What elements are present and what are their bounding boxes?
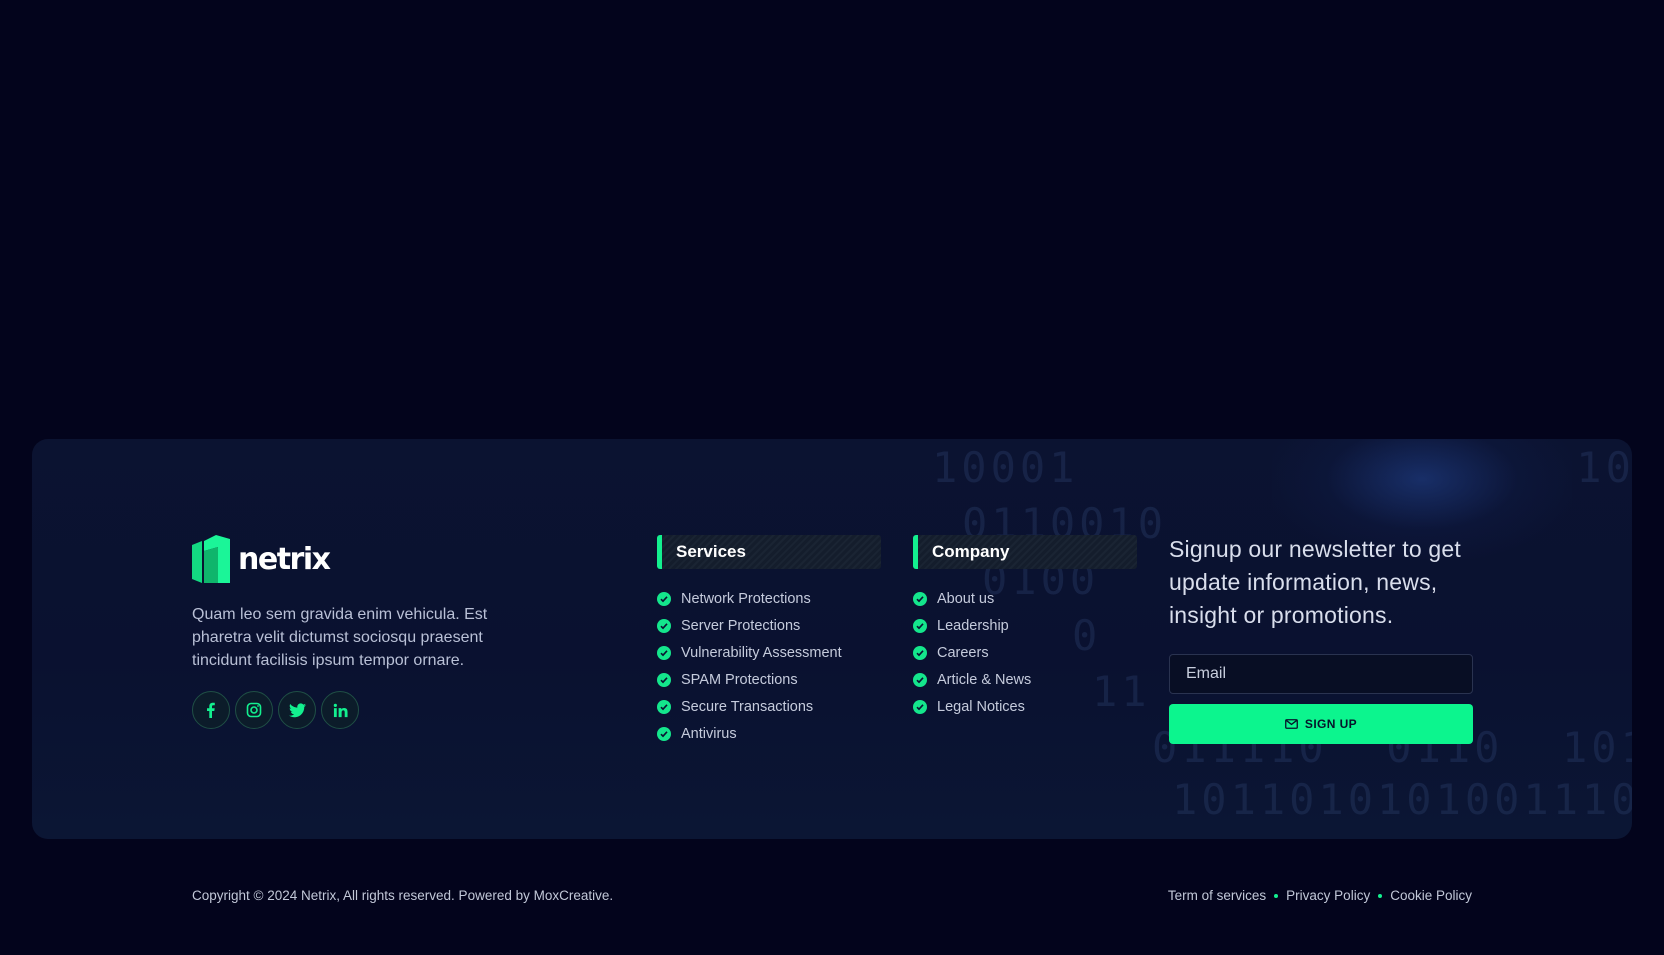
separator-dot	[1274, 893, 1279, 898]
services-item-label: Server Protections	[681, 617, 801, 634]
services-list: Network Protections Server Protections V…	[657, 585, 881, 747]
company-column: Company About us Leadership Careers Arti…	[913, 535, 1137, 720]
brand[interactable]: netrix	[192, 535, 331, 583]
company-item-label: About us	[937, 590, 995, 607]
sign-up-button[interactable]: SIGN UP	[1169, 704, 1473, 744]
company-list: About us Leadership Careers Article & Ne…	[913, 585, 1137, 720]
services-item[interactable]: Server Protections	[657, 612, 881, 639]
check-circle-icon	[657, 672, 671, 687]
legal-links: Term of services Privacy Policy Cookie P…	[1168, 888, 1472, 903]
services-item-label: Secure Transactions	[681, 698, 814, 715]
footer-card: 10001 10 0110010 10 0100 0 01 11 101 011…	[32, 439, 1632, 839]
netrix-logo-icon	[192, 535, 232, 583]
cookie-policy-link[interactable]: Cookie Policy	[1390, 888, 1472, 903]
services-item[interactable]: Vulnerability Assessment	[657, 639, 881, 666]
check-circle-icon	[913, 645, 927, 660]
check-circle-icon	[657, 618, 671, 633]
page: 10001 10 0110010 10 0100 0 01 11 101 011…	[0, 0, 1664, 955]
company-item[interactable]: Legal Notices	[913, 693, 1137, 720]
services-item-label: SPAM Protections	[681, 671, 798, 688]
email-field[interactable]	[1169, 654, 1473, 694]
linkedin-icon	[333, 703, 348, 717]
company-item[interactable]: Leadership	[913, 612, 1137, 639]
company-item-label: Leadership	[937, 617, 1009, 634]
binary-pattern: 1011010101001110	[1172, 775, 1632, 824]
brand-description: Quam leo sem gravida enim vehicula. Est …	[192, 606, 488, 669]
social-links	[192, 691, 359, 729]
company-item-label: Article & News	[937, 671, 1032, 688]
brand-name: netrix	[238, 541, 331, 577]
facebook-icon	[207, 702, 215, 718]
copyright-text: Copyright © 2024 Netrix, All rights rese…	[192, 888, 614, 903]
services-heading-label: Services	[676, 542, 746, 561]
services-heading: Services	[657, 535, 881, 569]
company-item[interactable]: Careers	[913, 639, 1137, 666]
check-circle-icon	[913, 591, 927, 606]
terms-link[interactable]: Term of services	[1168, 888, 1266, 903]
check-circle-icon	[657, 726, 671, 741]
services-column: Services Network Protections Server Prot…	[657, 535, 881, 747]
company-heading: Company	[913, 535, 1137, 569]
services-item-label: Antivirus	[681, 725, 737, 742]
check-circle-icon	[913, 699, 927, 714]
newsletter-text: Signup our newsletter to get update info…	[1169, 536, 1461, 628]
check-circle-icon	[657, 591, 671, 606]
company-item-label: Legal Notices	[937, 698, 1025, 715]
instagram-icon	[246, 702, 262, 718]
check-circle-icon	[657, 645, 671, 660]
services-item-label: Vulnerability Assessment	[681, 644, 842, 661]
services-item[interactable]: Secure Transactions	[657, 693, 881, 720]
company-heading-label: Company	[932, 542, 1010, 561]
separator-dot	[1378, 893, 1383, 898]
check-circle-icon	[913, 672, 927, 687]
linkedin-link[interactable]	[321, 691, 359, 729]
company-item-label: Careers	[937, 644, 989, 661]
check-circle-icon	[657, 699, 671, 714]
facebook-link[interactable]	[192, 691, 230, 729]
binary-pattern: 10001 10	[932, 443, 1632, 492]
services-item-label: Network Protections	[681, 590, 811, 607]
envelope-icon	[1285, 719, 1298, 729]
company-item[interactable]: About us	[913, 585, 1137, 612]
check-circle-icon	[913, 618, 927, 633]
bottom-bar: Copyright © 2024 Netrix, All rights rese…	[192, 888, 1472, 903]
company-item[interactable]: Article & News	[913, 666, 1137, 693]
sign-up-label: SIGN UP	[1304, 717, 1358, 731]
privacy-policy-link[interactable]: Privacy Policy	[1286, 888, 1370, 903]
services-item[interactable]: Network Protections	[657, 585, 881, 612]
twitter-icon	[288, 702, 306, 717]
newsletter: Signup our newsletter to get update info…	[1169, 533, 1473, 744]
twitter-link[interactable]	[278, 691, 316, 729]
instagram-link[interactable]	[235, 691, 273, 729]
services-item[interactable]: SPAM Protections	[657, 666, 881, 693]
services-item[interactable]: Antivirus	[657, 720, 881, 747]
